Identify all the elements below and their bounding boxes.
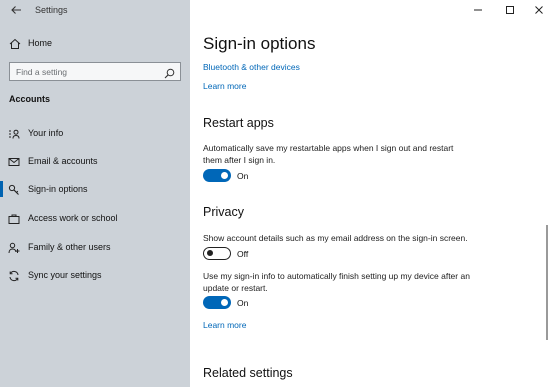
sign-in-info-toggle-state: On [237, 298, 249, 308]
sidebar-item-label: Sync your settings [28, 270, 102, 280]
sign-in-info-description: Use my sign-in info to automatically fin… [203, 271, 470, 293]
mail-icon [8, 155, 20, 167]
sidebar-item-label: Access work or school [28, 213, 118, 223]
search-icon[interactable] [164, 66, 175, 79]
titlebar-left: Settings [0, 0, 190, 22]
sidebar-item-access-work-school[interactable]: Access work or school [0, 207, 190, 229]
sidebar-item-your-info[interactable]: Your info [0, 122, 190, 144]
related-settings-heading: Related settings [203, 366, 293, 380]
toggle-knob [221, 299, 228, 306]
restart-apps-description: Automatically save my restartable apps w… [203, 143, 454, 165]
sidebar-item-family-other-users[interactable]: Family & other users [0, 236, 190, 258]
sidebar-item-label: Home [28, 38, 53, 48]
sign-in-info-toggle[interactable] [203, 296, 231, 309]
sidebar-item-sync-settings[interactable]: Sync your settings [0, 264, 190, 286]
learn-more-link[interactable]: Learn more [203, 81, 246, 91]
restart-apps-toggle-state: On [237, 171, 249, 181]
back-arrow-icon[interactable] [9, 3, 23, 17]
app-title: Settings [35, 5, 68, 15]
key-icon [8, 183, 20, 195]
sidebar-item-label: Family & other users [28, 242, 111, 252]
scrollbar[interactable] [546, 225, 548, 340]
sidebar: Settings Home Accounts Your info Email &… [0, 0, 190, 387]
toggle-knob [221, 172, 228, 179]
sidebar-item-sign-in-options[interactable]: Sign-in options [0, 178, 190, 200]
restart-apps-toggle[interactable] [203, 169, 231, 182]
briefcase-icon [8, 212, 20, 224]
restart-apps-heading: Restart apps [203, 116, 274, 130]
main-content: Sign-in options Bluetooth & other device… [190, 0, 550, 387]
toggle-knob [207, 250, 213, 256]
minimize-button[interactable] [463, 2, 493, 18]
bluetooth-devices-link[interactable]: Bluetooth & other devices [203, 62, 300, 72]
section-header-accounts: Accounts [9, 94, 51, 104]
active-indicator [0, 181, 3, 197]
maximize-icon [506, 6, 514, 14]
close-button[interactable] [524, 2, 550, 18]
account-details-description: Show account details such as my email ad… [203, 233, 468, 243]
person-add-icon [8, 241, 20, 254]
sidebar-item-label: Sign-in options [28, 184, 88, 194]
sidebar-item-label: Your info [28, 128, 64, 138]
page-title: Sign-in options [203, 34, 316, 53]
minimize-icon [474, 9, 482, 11]
sync-icon [8, 269, 20, 282]
sidebar-item-email-accounts[interactable]: Email & accounts [0, 150, 190, 172]
sidebar-item-home[interactable]: Home [0, 34, 190, 54]
account-details-toggle-state: Off [237, 249, 249, 259]
privacy-heading: Privacy [203, 205, 244, 219]
maximize-button[interactable] [495, 2, 525, 18]
home-icon [9, 37, 21, 49]
account-details-toggle[interactable] [203, 247, 231, 260]
close-icon [535, 6, 543, 14]
search-input[interactable] [16, 66, 156, 78]
person-card-icon [8, 127, 20, 139]
privacy-learn-more-link[interactable]: Learn more [203, 320, 246, 330]
sidebar-item-label: Email & accounts [28, 156, 98, 166]
search-box[interactable] [9, 62, 181, 81]
